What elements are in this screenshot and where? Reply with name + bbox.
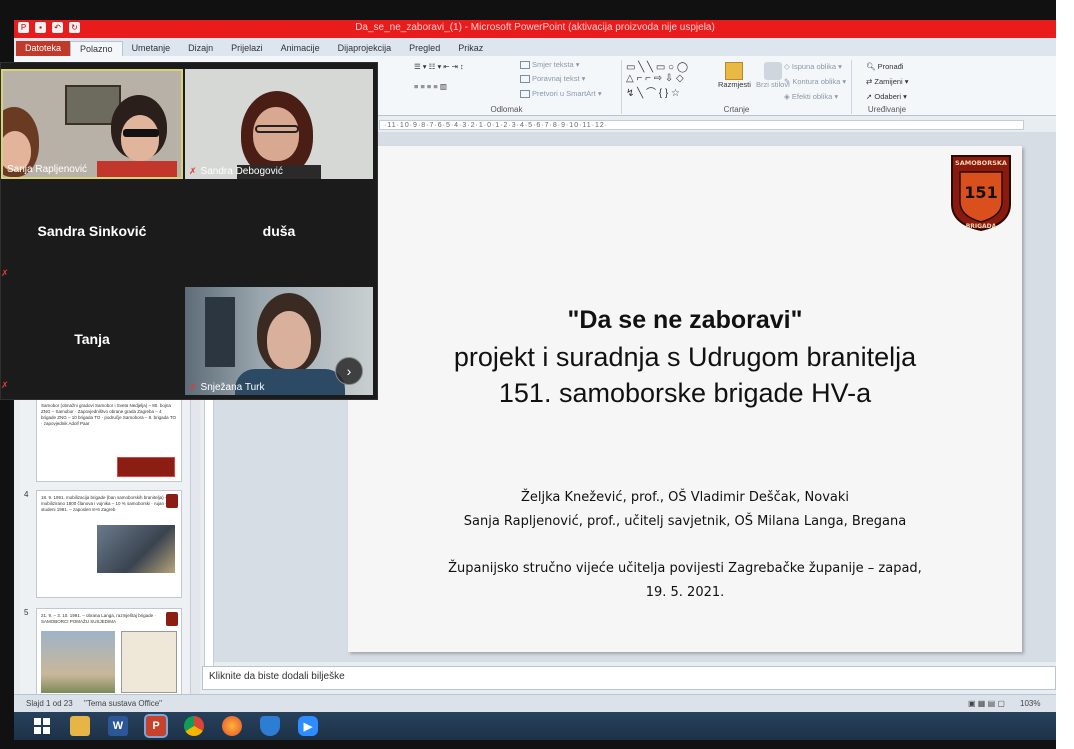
participant-name: Sandra Sinković — [37, 223, 147, 239]
editing-label: Uređivanje — [867, 105, 907, 114]
slide-headline: "Da se ne zaboravi" — [567, 306, 803, 334]
participant-tile[interactable]: ✗ Snježana Turk › — [185, 287, 373, 395]
slides-scrollbar[interactable] — [190, 398, 200, 698]
theme-name: "Tema sustava Office" — [84, 699, 163, 708]
shapes-gallery[interactable]: ▭ ╲ ╲ ▭ ○ ◯ △ ⌐ ⌐ ⇨ ⇩ ◇ ↯ ╲ ⌒ { } ☆ — [626, 62, 688, 99]
tab-insert[interactable]: Umetanje — [123, 41, 180, 56]
status-bar: Slajd 1 od 23 "Tema sustava Office" ▣ ▦ … — [14, 694, 1056, 712]
slide-number: 5 — [24, 608, 29, 617]
slide-author-1: Željka Knežević, prof., OŠ Vladimir Dešč… — [521, 490, 849, 505]
chrome-icon[interactable] — [184, 716, 204, 736]
find-button[interactable]: 🔍︎ Pronađi — [866, 62, 903, 71]
participant-name: ✗ Snježana Turk — [189, 382, 265, 393]
participant-name: Tanja — [74, 331, 110, 347]
emblem-number: 151 — [964, 183, 997, 202]
slide-canvas[interactable]: SAMOBORSKA 151 BRIGADA "Da se ne zaborav… — [348, 146, 1022, 652]
paragraph-group: ☰ ▾ ☷ ▾ ⇤ ⇥ ↕ ≡ ≡ ≡ ≡ ▥ Smjer teksta ▾ P… — [392, 60, 622, 114]
muted-mic-icon: ✗ — [1, 268, 9, 278]
slide-number: 4 — [24, 490, 29, 499]
slide-subtitle-line1: projekt i suradnja s Udrugom branitelja — [453, 342, 917, 372]
editing-group: 🔍︎ Pronađi ⇄ Zamijeni ▾ ➚ Odaberi ▾ Uređ… — [852, 60, 922, 114]
slide-subtitle-line2: 151. samoborske brigade HV-a — [498, 378, 872, 408]
emblem-top-text: SAMOBORSKA — [955, 159, 1007, 167]
slide-date: 19. 5. 2021. — [645, 585, 725, 600]
zoom-icon[interactable]: ▶ — [298, 716, 318, 736]
tab-transitions[interactable]: Prijelazi — [222, 41, 272, 56]
monitor-photo: P ▪ ↶ ↻ Da_se_ne_zaboravi_(1) - Microsof… — [0, 0, 1056, 749]
slides-pane: Samobor (obnažni gradovi Samobor i Sveta… — [20, 398, 196, 698]
drawing-group: ▭ ╲ ╲ ▭ ○ ◯ △ ⌐ ⌐ ⇨ ⇩ ◇ ↯ ╲ ⌒ { } ☆ Razmje… — [622, 60, 852, 114]
muted-mic-icon: ✗ — [189, 382, 197, 392]
windows-taskbar: W P ▶ — [14, 712, 1056, 740]
shape-fill-button[interactable]: ◇ Ispuna oblika ▾ — [784, 62, 842, 71]
participant-tile[interactable]: Tanja ✗ — [1, 283, 183, 395]
participant-name: duša — [262, 223, 296, 239]
slide-thumbnail[interactable]: 21. 9. – 3. 10. 1991. – obrana Langa, ra… — [36, 608, 182, 698]
paragraph-label: Odlomak — [490, 105, 523, 114]
tab-view[interactable]: Prikaz — [449, 41, 492, 56]
shape-effects-button[interactable]: ◈ Efekti oblika ▾ — [784, 92, 838, 101]
window-title: Da_se_ne_zaboravi_(1) - Microsoft PowerP… — [355, 22, 715, 33]
next-page-button[interactable]: › — [335, 357, 363, 385]
shield-icon[interactable] — [260, 716, 280, 736]
tab-animations[interactable]: Animacije — [272, 41, 329, 56]
align-icons[interactable]: ≡ ≡ ≡ ≡ ▥ — [414, 82, 447, 91]
shape-outline-button[interactable]: ✎ Kontura oblika ▾ — [784, 77, 846, 86]
participant-tile[interactable]: Sanja Rapljenović — [1, 69, 183, 179]
tab-design[interactable]: Dizajn — [179, 41, 222, 56]
slide-author-2: Sanja Rapljenović, prof., učitelj savjet… — [463, 514, 907, 529]
arrange-button[interactable]: Razmjesti — [718, 62, 751, 89]
emblem-bottom-text: BRIGADA — [966, 223, 997, 230]
explorer-icon[interactable] — [70, 716, 90, 736]
zoom-level[interactable]: 103% — [1020, 699, 1040, 708]
horizontal-ruler: ·11·10·9·8·7·6·5·4·3·2·1·0·1·2·3·4·5·6·7… — [379, 120, 1024, 130]
slide-counter: Slajd 1 od 23 — [26, 699, 73, 708]
slide-thumbnail[interactable]: 18. 9. 1991. mobilizacija brigade (ban s… — [36, 490, 182, 598]
select-button[interactable]: ➚ Odaberi ▾ — [866, 92, 907, 101]
drawing-label: Crtanje — [723, 105, 750, 114]
muted-mic-icon: ✗ — [189, 166, 197, 176]
firefox-icon[interactable] — [222, 716, 242, 736]
participant-tile[interactable]: duša — [185, 181, 373, 281]
mini-emblem — [166, 494, 178, 508]
participant-name: ✗ Sandra Debogović — [189, 166, 283, 177]
notes-pane[interactable]: Kliknite da biste dodali bilješke — [202, 666, 1056, 690]
mini-emblem — [166, 612, 178, 626]
text-direction-button[interactable]: Smjer teksta ▾ — [520, 60, 580, 70]
smartart-button[interactable]: Pretvori u SmartArt ▾ — [520, 89, 602, 99]
tab-home[interactable]: Polazno — [70, 41, 123, 56]
participant-tile[interactable]: Sandra Sinković ✗ — [1, 181, 183, 281]
brigade-emblem: SAMOBORSKA 151 BRIGADA — [951, 155, 1011, 232]
tab-file[interactable]: Datoteka — [16, 41, 71, 56]
ribbon-tabs: Datoteka Polazno Umetanje Dizajn Prijela… — [14, 38, 1056, 56]
tab-slideshow[interactable]: Dijaprojekcija — [329, 41, 401, 56]
participant-name: Sanja Rapljenović — [7, 164, 88, 175]
powerpoint-icon[interactable]: P — [144, 714, 168, 738]
margin-strip — [1056, 0, 1074, 749]
replace-button[interactable]: ⇄ Zamijeni ▾ — [866, 77, 909, 86]
tab-review[interactable]: Pregled — [400, 41, 449, 56]
bullets-icon[interactable]: ☰ ▾ ☷ ▾ ⇤ ⇥ ↕ — [414, 62, 464, 71]
slide-event: Županijsko stručno vijeće učitelja povij… — [448, 561, 922, 576]
slide-thumbnail[interactable]: Samobor (obnažni gradovi Samobor i Sveta… — [36, 398, 182, 482]
video-call-panel: Sanja Rapljenović ✗ Sandra Debogović Sand… — [0, 62, 378, 400]
word-icon[interactable]: W — [108, 716, 128, 736]
align-text-button[interactable]: Poravnaj tekst ▾ — [520, 74, 585, 84]
start-icon[interactable] — [32, 716, 52, 736]
title-bar: P ▪ ↶ ↻ Da_se_ne_zaboravi_(1) - Microsof… — [14, 20, 1056, 38]
view-buttons[interactable]: ▣ ▦ ▤ ▢ — [968, 699, 1005, 708]
muted-mic-icon: ✗ — [1, 380, 9, 390]
participant-tile[interactable]: ✗ Sandra Debogović — [185, 69, 373, 179]
